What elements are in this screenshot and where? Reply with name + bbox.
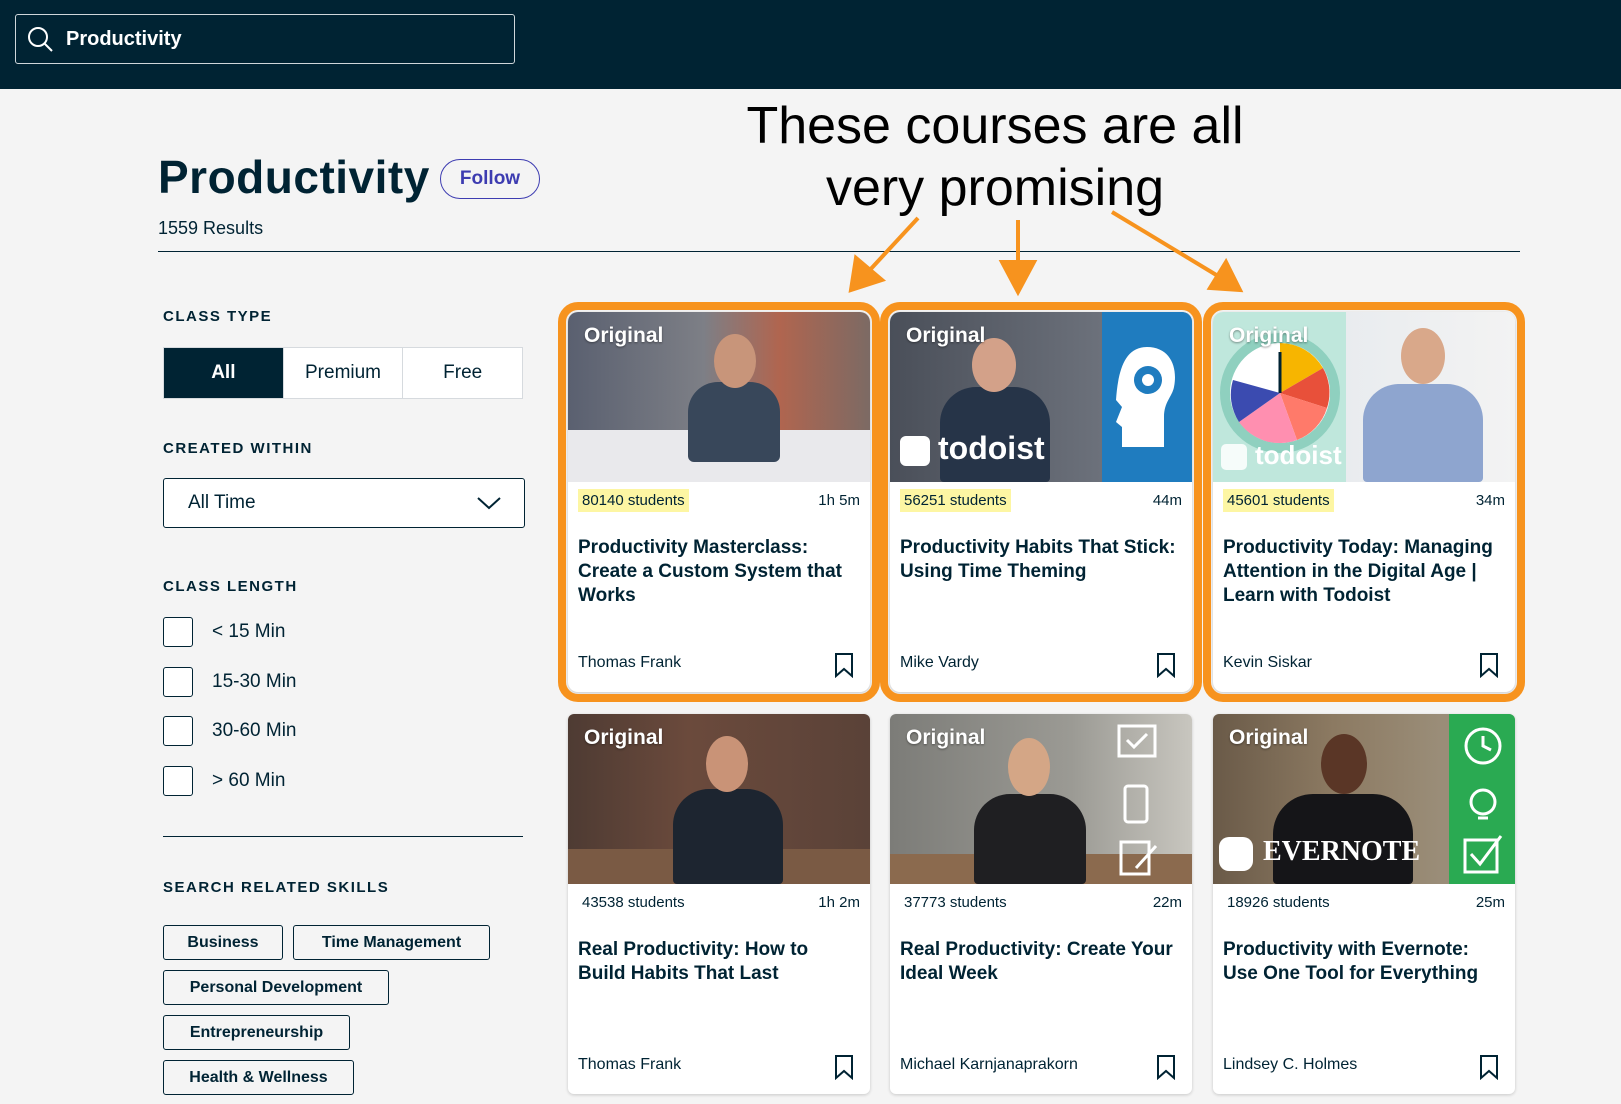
class-type-all[interactable]: All bbox=[164, 348, 283, 398]
checkbox-label: 15-30 Min bbox=[212, 671, 297, 692]
course-card[interactable]: Original 37773 students 22m Real Product… bbox=[890, 714, 1192, 1094]
checkbox[interactable] bbox=[163, 617, 193, 647]
course-title[interactable]: Productivity Masterclass: Create a Custo… bbox=[578, 536, 858, 608]
course-card[interactable]: EVERNOTE Original 18926 students 25m Pro… bbox=[1213, 714, 1515, 1094]
course-duration: 22m bbox=[1152, 894, 1182, 911]
course-card[interactable]: todoist Original 45601 students 34m Prod… bbox=[1203, 302, 1525, 702]
title-divider bbox=[158, 251, 1520, 252]
class-length-heading: CLASS LENGTH bbox=[163, 578, 298, 595]
class-type-toggle: All Premium Free bbox=[163, 347, 523, 399]
original-badge: Original bbox=[1229, 324, 1309, 347]
course-duration: 25m bbox=[1475, 894, 1505, 911]
student-count: 45601 students bbox=[1223, 489, 1334, 512]
teacher-name[interactable]: Kevin Siskar bbox=[1223, 654, 1312, 672]
arrow-head-middle bbox=[998, 260, 1038, 297]
arrow-head-right bbox=[1206, 257, 1244, 293]
class-type-heading: CLASS TYPE bbox=[163, 308, 273, 325]
teacher-name[interactable]: Lindsey C. Holmes bbox=[1223, 1056, 1357, 1074]
checkbox[interactable] bbox=[163, 766, 193, 796]
created-within-select[interactable]: All Time bbox=[163, 478, 525, 528]
bookmark-icon[interactable] bbox=[834, 1054, 854, 1080]
search-value: Productivity bbox=[66, 27, 182, 50]
checkbox-label: < 15 Min bbox=[212, 621, 286, 642]
course-duration: 34m bbox=[1475, 492, 1505, 509]
search-input[interactable]: Productivity bbox=[15, 14, 515, 64]
created-within-value: All Time bbox=[188, 492, 256, 513]
checkbox[interactable] bbox=[163, 716, 193, 746]
course-duration: 1h 5m bbox=[818, 492, 860, 509]
course-card[interactable]: Original 80140 students 1h 5m Productivi… bbox=[558, 302, 880, 702]
original-badge: Original bbox=[906, 324, 986, 347]
course-card[interactable]: Original 43538 students 1h 2m Real Produ… bbox=[568, 714, 870, 1094]
class-type-free[interactable]: Free bbox=[402, 348, 522, 398]
skill-tag-health-wellness[interactable]: Health & Wellness bbox=[163, 1060, 354, 1095]
todoist-logo: todoist bbox=[1221, 440, 1342, 471]
clock-graphic bbox=[1220, 333, 1340, 453]
course-thumbnail: Original bbox=[568, 312, 870, 482]
length-option-over-60[interactable]: > 60 Min bbox=[163, 766, 285, 796]
sidebar-divider bbox=[163, 836, 523, 837]
page-title: Productivity bbox=[158, 151, 430, 203]
course-duration: 44m bbox=[1152, 492, 1182, 509]
evernote-icons bbox=[1463, 727, 1503, 874]
top-nav-bar: Productivity bbox=[0, 0, 1621, 89]
search-icon bbox=[28, 27, 53, 52]
skill-tag-entrepreneurship[interactable]: Entrepreneurship bbox=[163, 1015, 350, 1050]
student-count: 18926 students bbox=[1227, 894, 1330, 911]
original-badge: Original bbox=[906, 726, 986, 749]
course-thumbnail: Original bbox=[890, 714, 1192, 884]
teacher-name[interactable]: Mike Vardy bbox=[900, 654, 979, 672]
original-badge: Original bbox=[584, 726, 664, 749]
student-count: 43538 students bbox=[582, 894, 685, 911]
skill-tag-personal-development[interactable]: Personal Development bbox=[163, 970, 389, 1005]
course-title[interactable]: Real Productivity: Create Your Ideal Wee… bbox=[900, 938, 1180, 986]
annotation-text: These courses are all very promising bbox=[700, 95, 1290, 219]
course-thumbnail: Original bbox=[568, 714, 870, 884]
course-title[interactable]: Real Productivity: How to Build Habits T… bbox=[578, 938, 858, 986]
checkbox[interactable] bbox=[163, 667, 193, 697]
arrow-head-left bbox=[848, 254, 887, 293]
planning-icons bbox=[1117, 724, 1158, 876]
bookmark-icon[interactable] bbox=[834, 652, 854, 678]
original-badge: Original bbox=[584, 324, 664, 347]
todoist-logo: todoist bbox=[900, 430, 1045, 467]
length-option-15-30[interactable]: 15-30 Min bbox=[163, 667, 297, 697]
evernote-logo: EVERNOTE bbox=[1219, 836, 1420, 871]
length-option-30-60[interactable]: 30-60 Min bbox=[163, 716, 297, 746]
bookmark-icon[interactable] bbox=[1479, 1054, 1499, 1080]
skill-tag-time-management[interactable]: Time Management bbox=[293, 925, 490, 960]
course-thumbnail: EVERNOTE Original bbox=[1213, 714, 1515, 884]
annotation-line-2: very promising bbox=[825, 159, 1165, 217]
checkbox-label: 30-60 Min bbox=[212, 720, 297, 741]
course-duration: 1h 2m bbox=[818, 894, 860, 911]
course-thumbnail: todoist Original bbox=[890, 312, 1192, 482]
course-card[interactable]: todoist Original 56251 students 44m Prod… bbox=[880, 302, 1202, 702]
annotation-line-1: These courses are all bbox=[746, 97, 1244, 155]
class-type-premium[interactable]: Premium bbox=[282, 348, 403, 398]
course-title[interactable]: Productivity with Evernote: Use One Tool… bbox=[1223, 938, 1503, 986]
teacher-name[interactable]: Michael Karnjanaprakorn bbox=[900, 1056, 1078, 1074]
head-gear-icon bbox=[1116, 347, 1175, 447]
results-count: 1559 Results bbox=[158, 218, 264, 238]
course-title[interactable]: Productivity Habits That Stick: Using Ti… bbox=[900, 536, 1180, 584]
course-title[interactable]: Productivity Today: Managing Attention i… bbox=[1223, 536, 1503, 608]
teacher-name[interactable]: Thomas Frank bbox=[578, 654, 681, 672]
chevron-down-icon bbox=[477, 497, 501, 510]
checkbox-label: > 60 Min bbox=[212, 770, 286, 791]
bookmark-icon[interactable] bbox=[1156, 1054, 1176, 1080]
teacher-name[interactable]: Thomas Frank bbox=[578, 1056, 681, 1074]
bookmark-icon[interactable] bbox=[1156, 652, 1176, 678]
bookmark-icon[interactable] bbox=[1479, 652, 1499, 678]
skill-tag-business[interactable]: Business bbox=[163, 925, 283, 960]
created-within-heading: CREATED WITHIN bbox=[163, 440, 313, 457]
length-option-under-15[interactable]: < 15 Min bbox=[163, 617, 285, 647]
related-skills-heading: SEARCH RELATED SKILLS bbox=[163, 879, 390, 896]
student-count: 56251 students bbox=[900, 489, 1011, 512]
student-count: 37773 students bbox=[904, 894, 1007, 911]
follow-button[interactable]: Follow bbox=[440, 159, 540, 199]
original-badge: Original bbox=[1229, 726, 1309, 749]
student-count: 80140 students bbox=[578, 489, 689, 512]
course-thumbnail: todoist Original bbox=[1213, 312, 1515, 482]
